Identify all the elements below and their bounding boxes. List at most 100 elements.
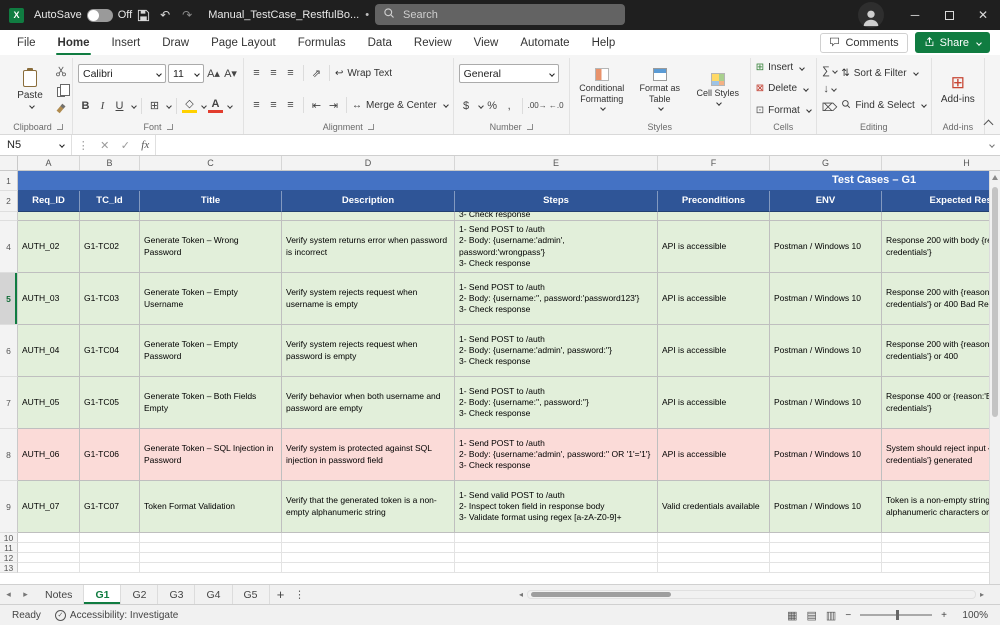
row-header[interactable]: 13 [0,563,18,573]
horizontal-scrollbar[interactable]: ◂ ▸ [515,588,988,601]
zoom-slider[interactable] [860,614,932,616]
grow-font-button[interactable]: A▴ [206,65,221,82]
comments-button[interactable]: Comments [820,33,907,53]
row-header[interactable]: 11 [0,543,18,553]
column-header-e[interactable]: E [455,156,658,170]
cell-expected[interactable]: System should reject input {reason:'Bad … [882,429,1000,481]
format-cells-button[interactable]: ⊡Format [756,102,811,119]
format-painter-icon[interactable] [57,103,66,112]
addins-button[interactable]: ⊞ Add-ins [937,59,979,119]
cell-tc_id[interactable]: G1-TC04 [80,325,140,377]
number-format-select[interactable]: General [459,64,559,83]
sheet-tab-g3[interactable]: G3 [158,585,195,604]
increase-decimal-icon[interactable]: .00→ [528,97,547,114]
cell-expected[interactable]: Response 200 with {reason:'Bad credentia… [882,273,1000,325]
empty-cell[interactable] [658,543,770,553]
wrap-text-button[interactable]: ↩Wrap Text [335,65,392,82]
cell-pre[interactable] [658,212,770,221]
empty-cell[interactable] [770,543,882,553]
empty-cell[interactable] [140,543,282,553]
align-right-icon[interactable]: ≡ [283,97,298,114]
empty-cell[interactable] [455,543,658,553]
user-avatar[interactable] [858,2,884,28]
sheet-tab-g5[interactable]: G5 [233,585,270,604]
page-break-view-icon[interactable]: ▥ [826,609,836,622]
align-left-icon[interactable]: ≡ [249,97,264,114]
clear-button[interactable]: ⌦ [822,99,838,116]
page-layout-view-icon[interactable]: ▤ [807,609,817,622]
header-cell[interactable]: Title [140,191,282,212]
tab-page-layout[interactable]: Page Layout [200,30,287,55]
sheet-tab-g4[interactable]: G4 [195,585,232,604]
conditional-formatting-button[interactable]: Conditional Formatting [575,59,629,119]
cell-req_id[interactable]: AUTH_03 [18,273,80,325]
fill-button[interactable]: ↓ [822,81,837,98]
delete-cells-button[interactable]: ⊠Delete [756,80,811,97]
insert-function-icon[interactable]: fx [141,139,149,151]
header-cell[interactable]: Preconditions [658,191,770,212]
save-icon[interactable] [132,9,154,22]
cell-title[interactable]: Generate Token – Empty Username [140,273,282,325]
tab-data[interactable]: Data [357,30,403,55]
increase-indent-icon[interactable]: ⇥ [326,97,341,114]
sheet-tab-notes[interactable]: Notes [34,585,84,604]
empty-cell[interactable] [140,553,282,563]
cell-desc[interactable]: Verify behavior when both username and p… [282,377,455,429]
format-as-table-button[interactable]: Format as Table [633,59,687,119]
cell-req_id[interactable]: AUTH_05 [18,377,80,429]
shrink-font-button[interactable]: A▾ [223,65,238,82]
empty-cell[interactable] [140,533,282,543]
select-all-corner[interactable] [0,156,18,170]
cell-steps[interactable]: 1- Send POST to /auth 2- Body: {username… [455,377,658,429]
column-header-f[interactable]: F [658,156,770,170]
chevron-down-icon[interactable] [131,103,137,109]
redo-icon[interactable]: ↷ [176,8,198,22]
tab-file[interactable]: File [6,30,47,55]
cell-title[interactable]: Token Format Validation [140,481,282,533]
paste-button[interactable]: Paste [9,59,51,119]
cell-pre[interactable]: API is accessible [658,429,770,481]
header-cell[interactable]: TC_Id [80,191,140,212]
empty-cell[interactable] [455,563,658,573]
empty-cell[interactable] [282,563,455,573]
cell-pre[interactable]: API is accessible [658,325,770,377]
cell-req_id[interactable]: AUTH_07 [18,481,80,533]
align-top-icon[interactable]: ≡ [249,65,264,82]
borders-icon[interactable]: ⊞ [147,97,162,114]
underline-button[interactable]: U [112,97,127,114]
scroll-up-icon[interactable] [992,175,998,180]
empty-cell[interactable] [882,543,1000,553]
cell-expected[interactable]: Response 200 with body {reason:'Bad cred… [882,221,1000,273]
cell-env[interactable]: Postman / Windows 10 [770,325,882,377]
cell-steps[interactable]: 1- Send POST to /auth 2- Body: {username… [455,273,658,325]
cell-env[interactable]: Postman / Windows 10 [770,221,882,273]
column-header-c[interactable]: C [140,156,282,170]
align-center-icon[interactable]: ≡ [266,97,281,114]
column-header-b[interactable]: B [80,156,140,170]
empty-cell[interactable] [882,553,1000,563]
empty-cell[interactable] [18,543,80,553]
zoom-in-icon[interactable]: + [941,610,947,621]
font-size-select[interactable]: 11 [168,64,204,83]
empty-cell[interactable] [18,553,80,563]
row-header[interactable]: 2 [0,191,18,212]
cell-title[interactable]: Generate Token – SQL Injection in Passwo… [140,429,282,481]
cell-desc[interactable]: Verify system is protected against SQL i… [282,429,455,481]
font-color-icon[interactable]: A [208,98,223,113]
header-cell[interactable]: ENV [770,191,882,212]
cell-title[interactable]: Generate Token – Both Fields Empty [140,377,282,429]
cell-pre[interactable]: API is accessible [658,273,770,325]
cell-tc_id[interactable]: G1-TC03 [80,273,140,325]
insert-cells-button[interactable]: ⊞Insert [756,59,811,76]
merged-title-cell[interactable]: Test Cases – G1 [18,171,1000,191]
formula-input[interactable] [156,135,980,155]
cell-desc[interactable]: Verify system rejects request when passw… [282,325,455,377]
row-header[interactable]: 4 [0,221,18,273]
sheet-tab-g2[interactable]: G2 [121,585,158,604]
percent-button[interactable]: % [485,97,500,114]
search-input[interactable] [401,8,601,22]
cell-env[interactable]: Postman / Windows 10 [770,481,882,533]
sheet-nav-left-icon[interactable]: ◂ [0,585,17,604]
tab-formulas[interactable]: Formulas [287,30,357,55]
toggle-off-icon[interactable] [87,9,113,22]
